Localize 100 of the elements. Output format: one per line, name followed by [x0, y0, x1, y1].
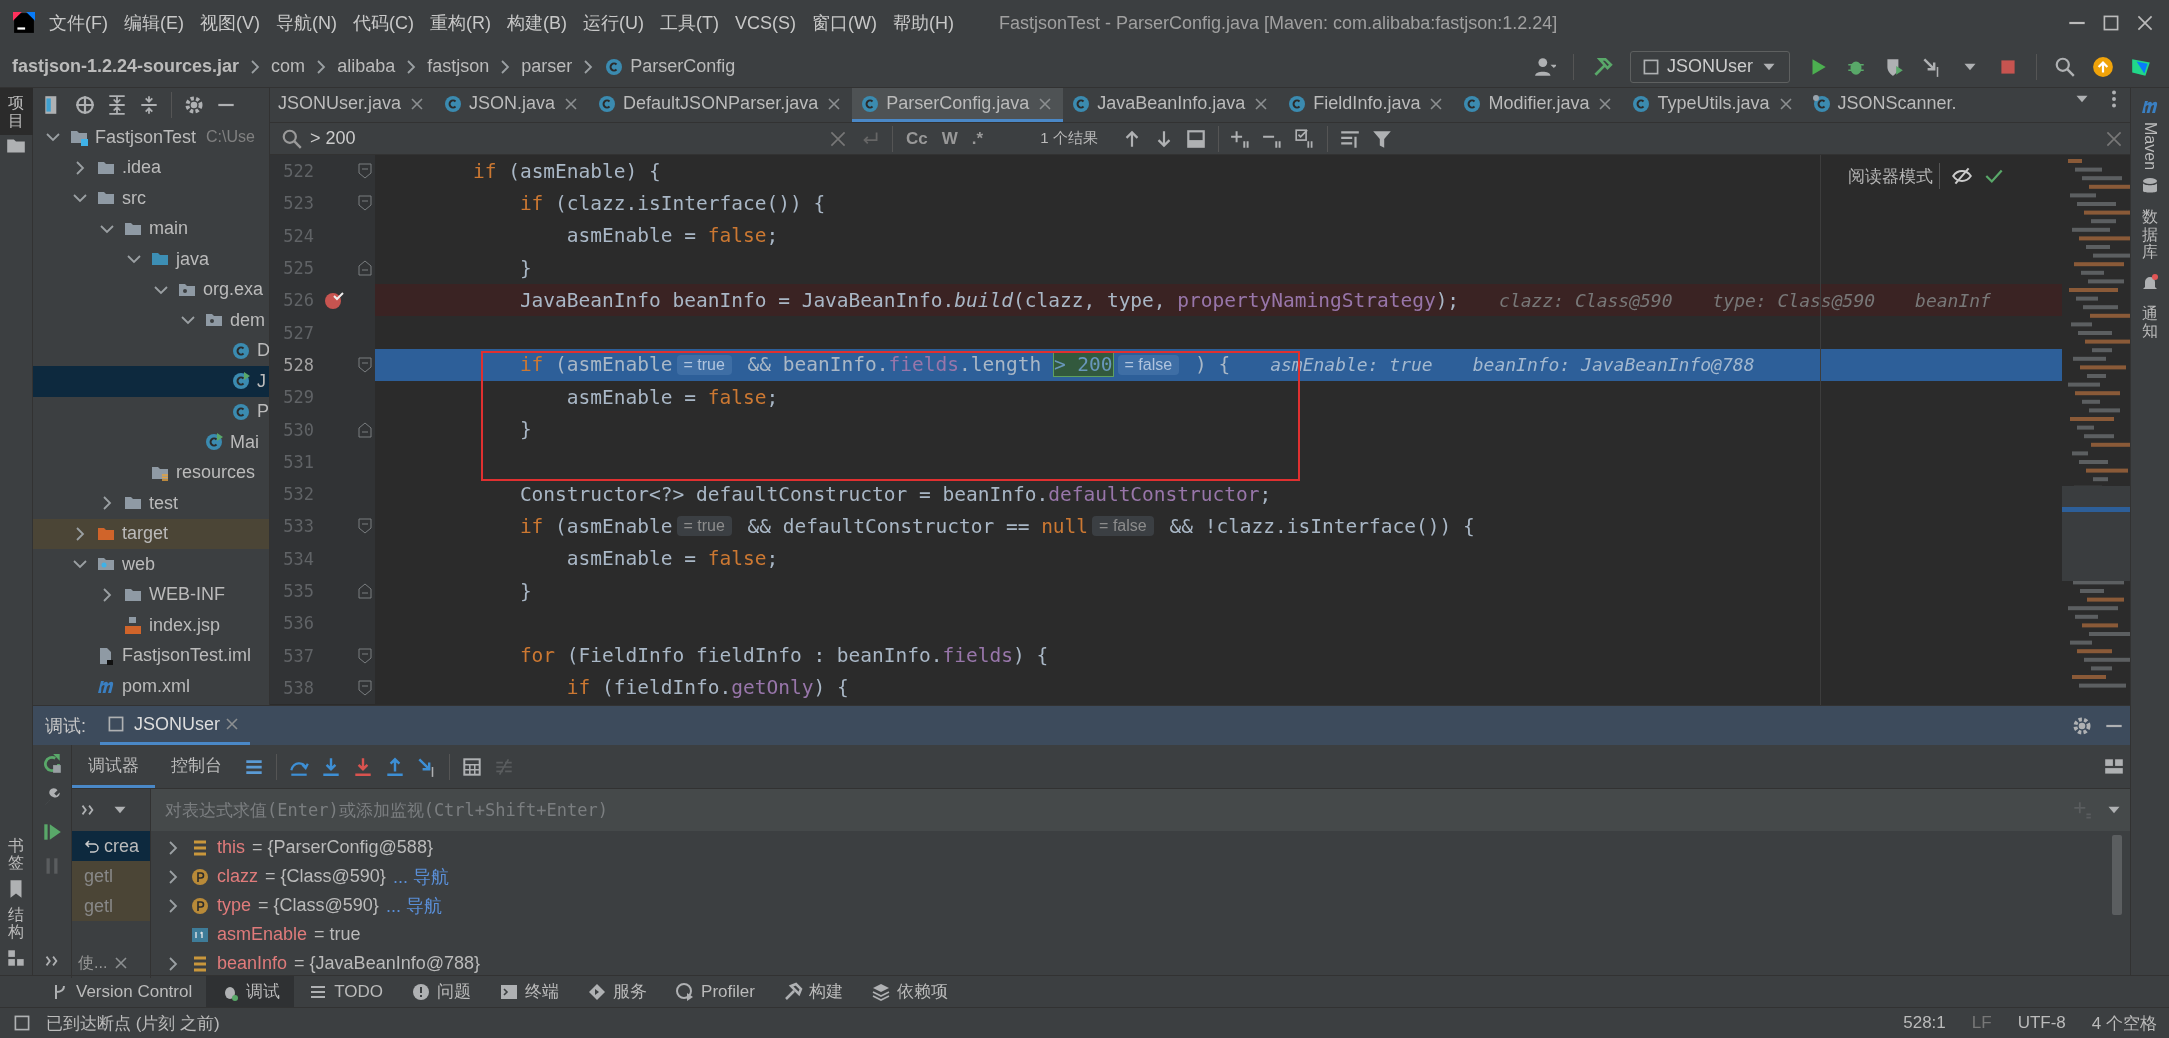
- side-tab[interactable]: 项目: [0, 88, 33, 136]
- structure-icon[interactable]: [5, 947, 27, 969]
- variable-row[interactable]: type = {Class@590} ... 导航: [151, 891, 2130, 920]
- tool-window-tab[interactable]: Profiler: [661, 976, 769, 1007]
- step-into-icon[interactable]: [320, 755, 342, 778]
- menu-item[interactable]: 代码(C): [346, 11, 421, 35]
- breadcrumb-item[interactable]: fastjson-1.2.24-sources.jar: [12, 56, 240, 77]
- menu-item[interactable]: 工具(T): [653, 11, 726, 35]
- debugger-tab[interactable]: 调试器: [72, 745, 155, 788]
- breadcrumb-item[interactable]: alibaba: [337, 56, 396, 77]
- search-icon[interactable]: [281, 127, 303, 150]
- tree-item[interactable]: web: [33, 549, 269, 580]
- menu-item[interactable]: 文件(F): [42, 11, 115, 35]
- tool-window-tab[interactable]: Version Control: [36, 976, 207, 1007]
- search-field[interactable]: > 200: [308, 127, 822, 150]
- tree-item[interactable]: FastjsonTest.iml: [33, 640, 269, 671]
- app-logo-icon[interactable]: [13, 12, 35, 34]
- tree-item[interactable]: resources: [33, 457, 269, 488]
- variable-row[interactable]: this = {ParserConfig@588}: [151, 833, 2130, 862]
- tree-item[interactable]: main: [33, 213, 269, 244]
- crosshair-icon[interactable]: [74, 94, 96, 116]
- tree-item[interactable]: FastjsonTest C:\Use: [33, 122, 269, 153]
- debug-session-tab[interactable]: JSONUser: [100, 706, 251, 745]
- services-icon: [587, 981, 608, 1002]
- rerun-icon[interactable]: [41, 753, 63, 775]
- user-icon[interactable]: [1534, 55, 1556, 78]
- menu-item[interactable]: 运行(U): [576, 11, 651, 35]
- menu-item[interactable]: 构建(B): [500, 11, 574, 35]
- navigate-link[interactable]: ... 导航: [385, 893, 442, 918]
- tool-window-tab[interactable]: 依赖项: [856, 976, 962, 1007]
- side-tab[interactable]: 通知: [2133, 298, 2167, 346]
- breadcrumb-item[interactable]: ParserConfig: [630, 56, 736, 77]
- frames-tab[interactable]: 使...: [72, 948, 150, 978]
- tree-item[interactable]: index.jsp: [33, 610, 269, 641]
- indent-setting[interactable]: 4 个空格: [2091, 1011, 2157, 1035]
- tool-window-tab[interactable]: 终端: [485, 976, 574, 1007]
- tool-window-tab[interactable]: 构建: [768, 976, 857, 1007]
- search-option[interactable]: .*: [964, 128, 991, 149]
- reader-mode-link[interactable]: 阅读器模式: [1848, 164, 1933, 188]
- tree-item[interactable]: dem: [33, 305, 269, 336]
- editor-tab[interactable]: ParserConfig.java: [852, 88, 1064, 122]
- menu-item[interactable]: 视图(V): [193, 11, 267, 35]
- class-icon: [597, 93, 618, 114]
- tree-item[interactable]: .idea: [33, 152, 269, 183]
- code-line: }: [518, 418, 532, 441]
- menu-item[interactable]: 编辑(E): [117, 11, 191, 35]
- tool-window-tab[interactable]: 调试: [206, 976, 295, 1007]
- resume-icon[interactable]: [41, 821, 63, 843]
- menu-item[interactable]: 窗口(W): [805, 11, 884, 35]
- menu-item[interactable]: 导航(N): [269, 11, 344, 35]
- menu-item[interactable]: 重构(R): [423, 11, 498, 35]
- side-tab[interactable]: 书签: [0, 830, 33, 878]
- tree-item[interactable]: D: [33, 335, 269, 366]
- run-config-dropdown[interactable]: JSONUser: [1630, 50, 1790, 83]
- stack-frame[interactable]: crea: [72, 831, 150, 861]
- tree-item[interactable]: WEB-INF: [33, 579, 269, 610]
- search-option[interactable]: Cc: [899, 128, 935, 149]
- select-all-icon[interactable]: [1184, 127, 1207, 150]
- force-step-into-icon[interactable]: [352, 755, 374, 778]
- tool-window-tab[interactable]: 服务: [573, 976, 662, 1007]
- variable-row[interactable]: clazz = {Class@590} ... 导航: [151, 862, 2130, 891]
- expand-all-icon[interactable]: [106, 94, 128, 116]
- tree-item[interactable]: test: [33, 488, 269, 519]
- tree-item[interactable]: pom.xml: [33, 671, 269, 702]
- tree-item[interactable]: J: [33, 366, 269, 397]
- file-encoding[interactable]: UTF-8: [2017, 1013, 2066, 1033]
- tree-item[interactable]: Mai: [33, 427, 269, 458]
- tool-window-tab[interactable]: TODO: [294, 976, 398, 1007]
- update-icon[interactable]: [2092, 55, 2114, 78]
- menu-item[interactable]: VCS(S): [727, 12, 803, 34]
- problems-icon: [411, 981, 432, 1002]
- caret-position[interactable]: 528:1: [1903, 1013, 1946, 1033]
- side-tab[interactable]: 数据库: [2133, 202, 2167, 267]
- breadcrumb-item[interactable]: parser: [521, 56, 573, 77]
- scrollbar-thumb[interactable]: [2112, 835, 2122, 915]
- settings-icon[interactable]: [183, 94, 205, 116]
- variable-row[interactable]: asmEnable = true: [151, 920, 2130, 949]
- return-arrow-icon: [84, 838, 100, 854]
- menu-item[interactable]: 帮助(H): [885, 11, 961, 35]
- side-tab[interactable]: Maven: [2141, 122, 2159, 171]
- breakpoint-icon[interactable]: [323, 289, 345, 312]
- tree-item[interactable]: src: [33, 183, 269, 214]
- collapse-all-icon[interactable]: [138, 94, 160, 116]
- navigate-link[interactable]: ... 导航: [392, 864, 449, 889]
- tree-item[interactable]: java: [33, 244, 269, 275]
- tool-window-tab[interactable]: 问题: [397, 976, 486, 1007]
- variable-row[interactable]: beanInfo = {JavaBeanInfo@788}: [151, 949, 2130, 978]
- tree-item[interactable]: org.exa: [33, 274, 269, 305]
- side-tab[interactable]: 结构: [0, 899, 33, 947]
- debugger-tab[interactable]: 控制台: [155, 745, 238, 788]
- tree-item[interactable]: target: [33, 518, 269, 549]
- search-option[interactable]: W: [934, 128, 965, 149]
- breadcrumb-item[interactable]: fastjson: [427, 56, 490, 77]
- class-icon: [1462, 93, 1483, 114]
- breadcrumb-item[interactable]: com: [271, 56, 306, 77]
- calculator-icon[interactable]: [461, 755, 483, 778]
- hidden-eye-icon[interactable]: [1951, 165, 1973, 187]
- step-out-icon[interactable]: [384, 755, 406, 778]
- tree-item[interactable]: P: [33, 396, 269, 427]
- search-icon[interactable]: [2054, 55, 2076, 78]
